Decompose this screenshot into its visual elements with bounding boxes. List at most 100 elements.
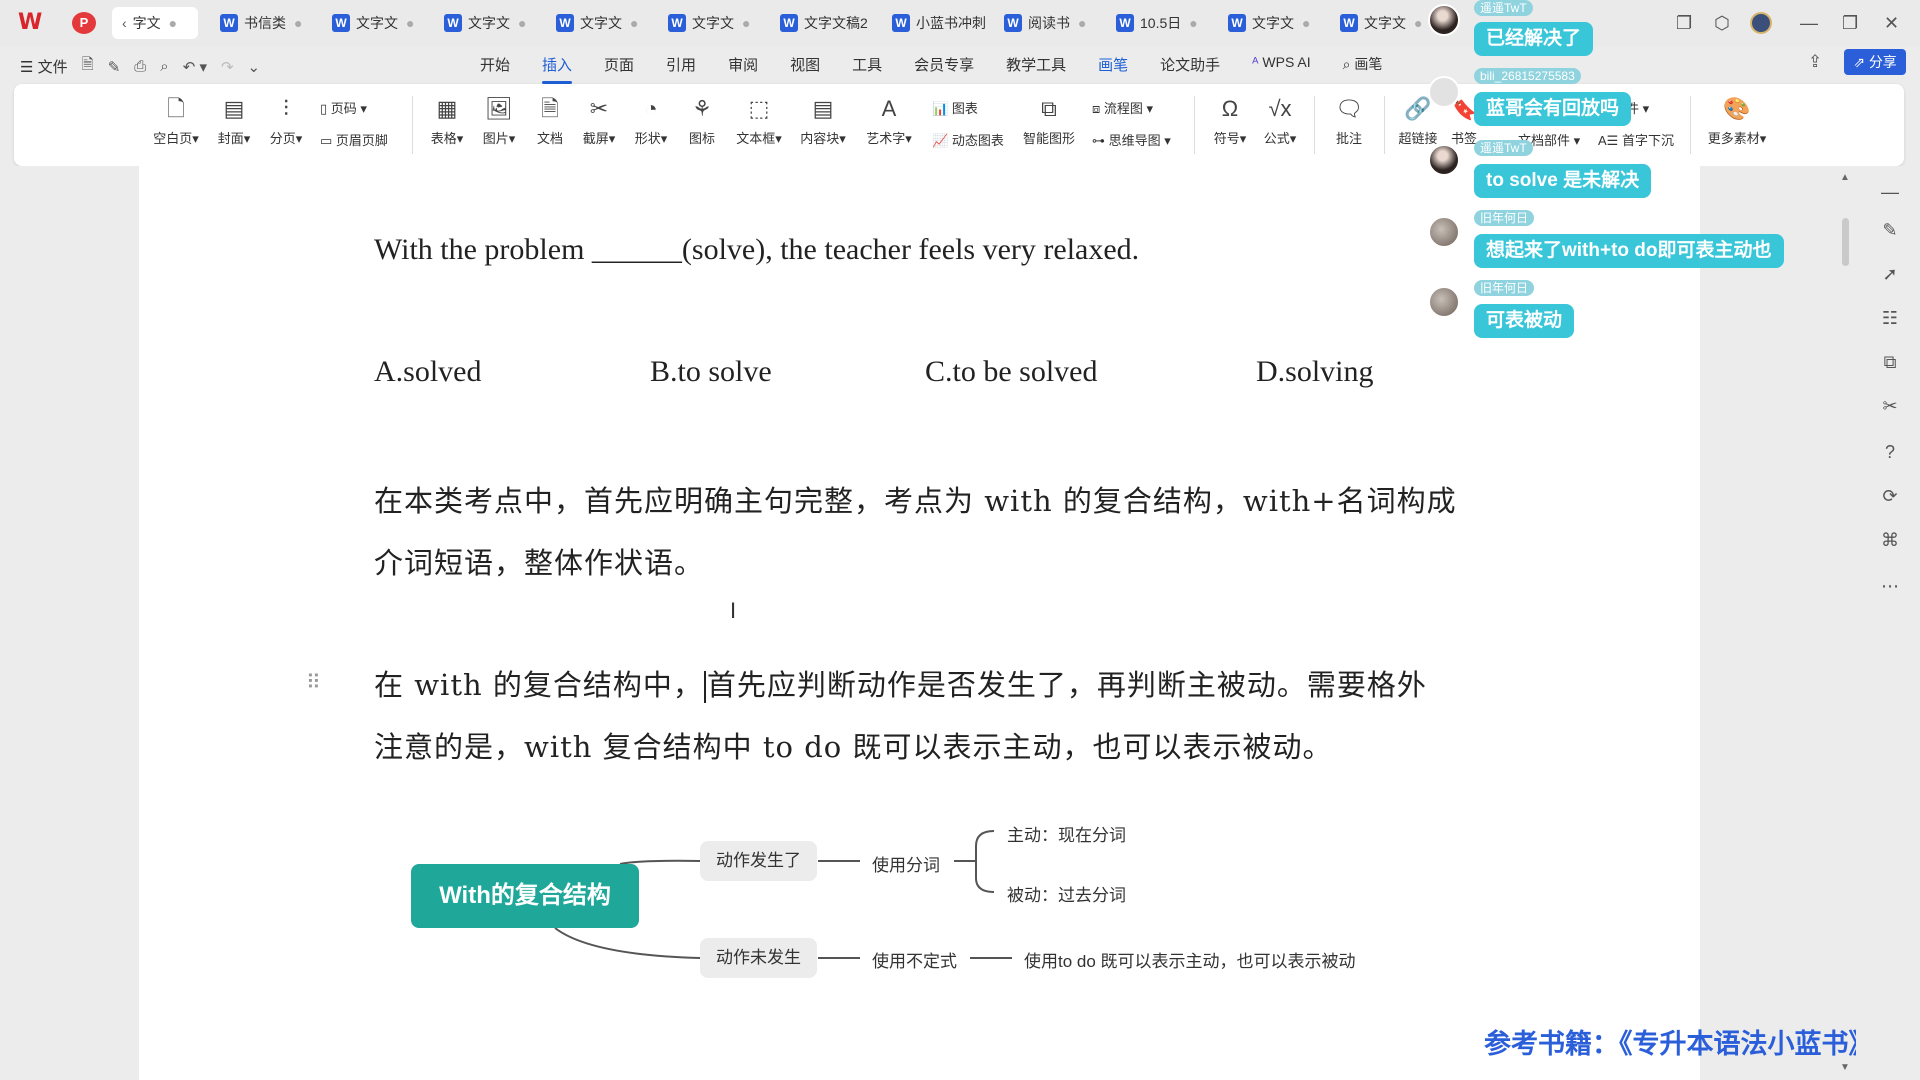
tab-document-9[interactable]: W 阅读书 ●: [994, 7, 1098, 39]
tab-view[interactable]: 视图: [790, 54, 820, 78]
tab-document-5[interactable]: W 文字文 ●: [546, 7, 646, 39]
chevron-down-icon[interactable]: ⌄: [248, 58, 261, 76]
mindmap-button[interactable]: ⊶ 思维导图 ▾: [1092, 130, 1171, 149]
comment-button[interactable]: 🗨 批注: [1326, 94, 1372, 147]
print-preview-icon[interactable]: ⌕: [160, 58, 168, 75]
tab-references[interactable]: 引用: [666, 54, 696, 78]
mindmap-node-use-infinitive[interactable]: 使用不定式: [872, 947, 957, 972]
mindmap-node-infinitive-note[interactable]: 使用to do 既可以表示主动，也可以表示被动: [1024, 947, 1356, 972]
mindmap-node-use-participle[interactable]: 使用分词: [872, 851, 940, 876]
pointer-icon[interactable]: ➚: [1878, 264, 1902, 285]
textbox-button[interactable]: ⬚ 文本框▾: [730, 94, 788, 147]
tab-close-icon[interactable]: ●: [630, 15, 638, 31]
tab-document-12[interactable]: W 文字文 ●: [1330, 7, 1426, 39]
tab-document-2[interactable]: W 书信类 ●: [210, 7, 310, 39]
more-icon[interactable]: ⋯: [1878, 576, 1902, 597]
scroll-down-icon[interactable]: ▼: [1840, 1062, 1850, 1073]
picture-button[interactable]: 🖼 图片▾: [474, 94, 524, 147]
tab-thesis-assistant[interactable]: 论文助手: [1160, 54, 1220, 78]
wordart-button[interactable]: A 艺术字▾: [860, 94, 918, 147]
tab-document-11[interactable]: W 文字文 ●: [1218, 7, 1322, 39]
smart-shape-button[interactable]: ⧉ 智能图形: [1020, 94, 1078, 147]
wps-logo-icon[interactable]: W: [18, 10, 46, 36]
formula-button[interactable]: √x 公式▾: [1256, 94, 1304, 147]
search-button[interactable]: ⌕ 画笔: [1343, 54, 1383, 78]
tab-close-icon[interactable]: ●: [169, 15, 177, 31]
shape-button[interactable]: ◔ 形状▾: [626, 94, 676, 147]
tab-document-10[interactable]: W 10.5日 ●: [1106, 7, 1210, 39]
cloud-upload-icon[interactable]: ⇪: [1808, 52, 1822, 72]
window-layout-icon[interactable]: ❐: [1676, 10, 1692, 36]
tab-teaching-tools[interactable]: 教学工具: [1006, 54, 1066, 78]
tab-close-icon[interactable]: ●: [294, 15, 302, 31]
symbol-button[interactable]: Ω 符号▾: [1206, 94, 1254, 147]
more-material-button[interactable]: 🎨 更多素材▾: [1702, 94, 1772, 147]
tab-pen[interactable]: 画笔: [1098, 54, 1128, 78]
blank-page-button[interactable]: 🗋 空白页▾: [148, 94, 204, 147]
format-painter-icon[interactable]: ✎: [108, 58, 121, 76]
tab-tools[interactable]: 工具: [852, 54, 882, 78]
tab-close-icon[interactable]: ●: [518, 15, 526, 31]
menu-file[interactable]: ☰ 文件: [20, 56, 68, 77]
tab-close-icon[interactable]: ●: [742, 15, 750, 31]
dynamic-chart-button[interactable]: 📈 动态图表: [932, 130, 1004, 149]
chart-button[interactable]: 📊 图表: [932, 98, 978, 117]
table-button[interactable]: ▦ 表格▾: [422, 94, 472, 147]
save-icon[interactable]: 🗎: [82, 54, 94, 79]
icon-button[interactable]: ⚘ 图标: [680, 94, 724, 147]
page-break-button[interactable]: ⫶ 分页▾: [262, 94, 310, 147]
help-icon[interactable]: ?: [1878, 442, 1902, 463]
tab-close-icon[interactable]: ●: [1078, 15, 1086, 31]
tab-page[interactable]: 页面: [604, 54, 634, 78]
tab-document-6[interactable]: W 文字文 ●: [658, 7, 758, 39]
tab-review[interactable]: 审阅: [728, 54, 758, 78]
cover-button[interactable]: ▤ 封面▾: [210, 94, 258, 147]
pdf-app-icon[interactable]: P: [72, 12, 96, 34]
tab-close-icon[interactable]: ●: [1189, 15, 1197, 31]
tab-close-icon[interactable]: ●: [1302, 15, 1310, 31]
settings-sliders-icon[interactable]: ☷: [1878, 308, 1902, 329]
mindmap-node-action-not-happened[interactable]: 动作未发生: [700, 938, 817, 978]
tab-document-4[interactable]: W 文字文 ●: [434, 7, 534, 39]
screenshot-button[interactable]: ✂ 截屏▾: [574, 94, 624, 147]
content-block-button[interactable]: ▤ 内容块▾: [794, 94, 852, 147]
tools-icon[interactable]: ✂: [1878, 396, 1902, 417]
image-edit-icon[interactable]: ⧉: [1878, 352, 1902, 373]
share-button[interactable]: ⇗ 分享: [1844, 49, 1906, 75]
tab-close-icon[interactable]: ●: [406, 15, 414, 31]
user-avatar-icon[interactable]: [1750, 10, 1772, 36]
header-footer-button[interactable]: ▭ 页眉页脚: [320, 130, 388, 149]
tab-close-icon[interactable]: ●: [1414, 15, 1422, 31]
mindmap-node-action-happened[interactable]: 动作发生了: [700, 841, 817, 881]
sync-icon[interactable]: ⟳: [1878, 486, 1902, 507]
restore-icon[interactable]: ❐: [1842, 10, 1858, 36]
tab-start[interactable]: 开始: [480, 54, 510, 78]
translate-icon[interactable]: ⌘: [1878, 530, 1902, 551]
pen-icon[interactable]: ✎: [1878, 220, 1902, 241]
mindmap-node-passive-past-participle[interactable]: 被动：过去分词: [1007, 881, 1126, 906]
print-icon[interactable]: ⎙: [134, 58, 146, 75]
flowchart-button[interactable]: ⧈ 流程图 ▾: [1092, 98, 1153, 117]
page-number-button[interactable]: ▯ 页码 ▾: [320, 98, 367, 117]
scroll-up-icon[interactable]: ▲: [1840, 172, 1850, 183]
redo-icon[interactable]: ↷: [221, 58, 234, 76]
tab-member[interactable]: 会员专享: [914, 54, 974, 78]
drag-handle-icon[interactable]: ⠿: [306, 670, 321, 695]
document-page[interactable]: [139, 166, 1700, 1080]
drop-cap-button[interactable]: A☰ 首字下沉: [1598, 130, 1674, 149]
minimize-panel-icon[interactable]: —: [1878, 182, 1902, 203]
mindmap-root-node[interactable]: With的复合结构: [411, 864, 639, 928]
cube-icon[interactable]: ⬡: [1714, 10, 1730, 36]
scrollbar-thumb[interactable]: [1842, 218, 1849, 266]
mindmap-node-active-present-participle[interactable]: 主动：现在分词: [1007, 821, 1126, 846]
undo-icon[interactable]: ↶ ▾: [183, 58, 207, 76]
minimize-icon[interactable]: —: [1800, 10, 1818, 36]
vertical-scrollbar[interactable]: [1838, 170, 1848, 1070]
document-button[interactable]: 🗎 文档: [528, 94, 572, 147]
tab-document-8[interactable]: W 小蓝书冲刺: [882, 7, 986, 39]
tab-document-3[interactable]: W 文字文 ●: [322, 7, 422, 39]
close-window-icon[interactable]: ✕: [1884, 10, 1899, 36]
tab-insert[interactable]: 插入: [542, 54, 573, 84]
tab-document-1[interactable]: ‹ 字文 ●: [112, 7, 198, 39]
wps-ai-button[interactable]: ᴬ WPS AI: [1252, 54, 1310, 78]
